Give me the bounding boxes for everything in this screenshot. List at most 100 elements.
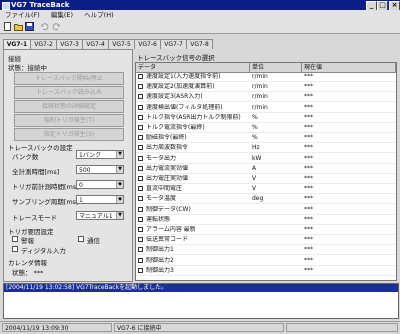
tab-vg7-5[interactable]: VG7-5 bbox=[108, 39, 135, 49]
bank-count-select[interactable]: 1バンク ▼ bbox=[76, 150, 124, 159]
calendar-title: カレンダ情報 bbox=[8, 259, 47, 267]
table-row[interactable]: 励磁指令(最終)% *** bbox=[136, 134, 396, 144]
status-bar: 2004/11/19 13:09:30 VG7-6 に接続中 bbox=[0, 321, 400, 334]
digital-input-label: ディジタル入力 bbox=[21, 247, 66, 255]
signal-value: *** bbox=[304, 226, 313, 233]
pretrigger-time-input[interactable]: 0 ◆ bbox=[76, 180, 124, 189]
signal-name: アラーム内容 最新 bbox=[146, 226, 196, 233]
signal-name: トルク指令(ASR出力トルク制限前) bbox=[146, 113, 241, 121]
force-trigger-button[interactable]: 強制トリガ発生(T) bbox=[14, 114, 124, 127]
row-checkbox[interactable] bbox=[138, 247, 143, 253]
table-row[interactable]: 伝送異常コード *** bbox=[136, 236, 396, 246]
row-checkbox[interactable] bbox=[138, 84, 143, 90]
table-row[interactable]: 出力周波数指令 Hz *** bbox=[136, 144, 396, 154]
specified-trigger-button[interactable]: 指定トリガ発生(S) bbox=[14, 128, 124, 141]
signal-name: 出力周波数指令 bbox=[146, 144, 189, 152]
tab-vg7-2[interactable]: VG7-2 bbox=[30, 39, 57, 49]
table-row[interactable]: トルク電流指令(最終)% *** bbox=[136, 124, 396, 133]
traceback-read-button[interactable]: トレースバック読み込み bbox=[14, 86, 124, 99]
table-row[interactable]: 制御出力1 *** bbox=[136, 246, 396, 256]
signal-value: *** bbox=[304, 93, 313, 101]
signal-unit: A bbox=[252, 164, 257, 172]
row-checkbox[interactable] bbox=[138, 227, 143, 232]
table-row[interactable]: 速度検出値(フィルタ処理前) r/min *** bbox=[136, 104, 396, 113]
signal-unit: r/min bbox=[252, 103, 268, 111]
status-connection: VG7-6 に接続中 bbox=[114, 323, 284, 332]
tab-vg7-3[interactable]: VG7-3 bbox=[56, 39, 83, 49]
row-checkbox[interactable] bbox=[138, 165, 143, 171]
row-checkbox[interactable] bbox=[138, 94, 143, 100]
table-row[interactable]: モータ出力 kW *** bbox=[136, 155, 396, 164]
row-checkbox[interactable] bbox=[138, 176, 143, 181]
row-checkbox[interactable] bbox=[138, 125, 143, 130]
signal-unit: % bbox=[252, 134, 258, 142]
row-checkbox[interactable] bbox=[138, 155, 143, 161]
signal-name: 励磁指令(最終) bbox=[146, 134, 187, 142]
log-line: [2004/11/19 13:02:58] VG7TraceBackを起動しまし… bbox=[4, 284, 398, 292]
table-row[interactable]: 出力電流実効値 A *** bbox=[136, 165, 396, 174]
table-row[interactable]: 制御データ(CW) *** bbox=[136, 206, 396, 215]
row-checkbox[interactable] bbox=[138, 135, 143, 141]
signal-value: *** bbox=[304, 175, 313, 182]
comm-checkbox[interactable] bbox=[78, 236, 84, 242]
row-checkbox[interactable] bbox=[138, 267, 143, 273]
row-checkbox[interactable] bbox=[138, 257, 143, 263]
signal-value: *** bbox=[304, 195, 313, 203]
open-folder-icon[interactable] bbox=[14, 22, 23, 31]
row-checkbox[interactable] bbox=[138, 206, 143, 212]
trace-mode-label: トレースモード bbox=[12, 214, 58, 222]
signal-value: *** bbox=[304, 144, 313, 152]
signal-unit: % bbox=[252, 124, 258, 131]
tab-vg7-8[interactable]: VG7-8 bbox=[186, 39, 213, 49]
signal-value: *** bbox=[304, 236, 313, 244]
column-header-unit[interactable]: 単位 bbox=[250, 63, 302, 72]
signal-name: 制御出力2 bbox=[146, 256, 174, 264]
column-header-value[interactable]: 現在値 bbox=[302, 63, 396, 72]
undo-icon[interactable] bbox=[40, 22, 49, 31]
traceback-start-button[interactable]: トレースバック開始/停止 bbox=[14, 72, 124, 85]
digital-input-checkbox[interactable] bbox=[12, 246, 18, 252]
column-header-data[interactable]: データ bbox=[136, 63, 250, 72]
signal-name: 制御出力3 bbox=[146, 266, 174, 274]
tab-vg7-6[interactable]: VG7-6 bbox=[134, 39, 161, 49]
alarm-checkbox[interactable] bbox=[12, 236, 18, 242]
table-row[interactable]: 速度設定1(入力速度指令前) r/min *** bbox=[136, 73, 396, 82]
row-checkbox[interactable] bbox=[138, 104, 143, 110]
chevron-down-icon: ▼ bbox=[116, 212, 123, 219]
table-row[interactable]: 制御出力2 *** bbox=[136, 257, 396, 266]
signal-table: データ 単位 現在値 速度設定1(入力速度指令前) r/min *** 速度設定2(加… bbox=[135, 62, 397, 281]
signal-name: 速度検出値(フィルタ処理前) bbox=[146, 103, 223, 111]
save-icon[interactable] bbox=[25, 22, 34, 31]
total-time-input[interactable]: 500 ▼ bbox=[76, 165, 124, 174]
signal-name: 速度設定2(加速度演算前) bbox=[146, 83, 215, 91]
signal-name: 出力電流実効値 bbox=[146, 164, 189, 172]
row-checkbox[interactable] bbox=[138, 186, 143, 192]
sampling-period-input[interactable]: 1 ◆ bbox=[76, 195, 124, 204]
table-row[interactable]: 運転状態 *** bbox=[136, 216, 396, 225]
tab-vg7-4[interactable]: VG7-4 bbox=[82, 39, 109, 49]
message-log[interactable]: [2004/11/19 13:02:58] VG7TraceBackを起動しまし… bbox=[3, 283, 399, 319]
table-row[interactable]: 直流中間電圧 V *** bbox=[136, 185, 396, 195]
row-checkbox[interactable] bbox=[138, 196, 143, 202]
total-time-label: 全計測時間[ms] bbox=[12, 168, 60, 176]
table-row[interactable]: 出力電圧実効値 V *** bbox=[136, 175, 396, 184]
row-checkbox[interactable] bbox=[138, 74, 143, 79]
row-checkbox[interactable] bbox=[138, 237, 143, 243]
table-row[interactable]: トルク指令(ASR出力トルク制限前)% *** bbox=[136, 114, 396, 123]
table-row[interactable]: アラーム内容 最新 *** bbox=[136, 226, 396, 235]
redo-icon[interactable] bbox=[52, 22, 61, 31]
table-row[interactable]: モータ温度 deg *** bbox=[136, 195, 396, 205]
menu-file[interactable]: ファイル(F) bbox=[5, 11, 40, 19]
row-checkbox[interactable] bbox=[138, 216, 143, 222]
connection-settings-button[interactable]: 接続状態の詳細設定 bbox=[14, 100, 124, 113]
table-row[interactable]: 速度設定2(加速度演算前) r/min *** bbox=[136, 83, 396, 93]
tab-vg7-7[interactable]: VG7-7 bbox=[160, 39, 187, 49]
trace-mode-select[interactable]: マニュアル1 ▼ bbox=[76, 211, 124, 220]
table-row[interactable]: 制御出力3 *** bbox=[136, 267, 396, 276]
row-checkbox[interactable] bbox=[138, 145, 143, 151]
table-row[interactable]: 速度設定3(ASR入力) r/min *** bbox=[136, 93, 396, 103]
menu-edit[interactable]: 編集(E) bbox=[51, 11, 73, 19]
new-file-icon[interactable] bbox=[3, 22, 12, 31]
row-checkbox[interactable] bbox=[138, 114, 143, 120]
menu-help[interactable]: ヘルプ(H) bbox=[84, 11, 113, 19]
